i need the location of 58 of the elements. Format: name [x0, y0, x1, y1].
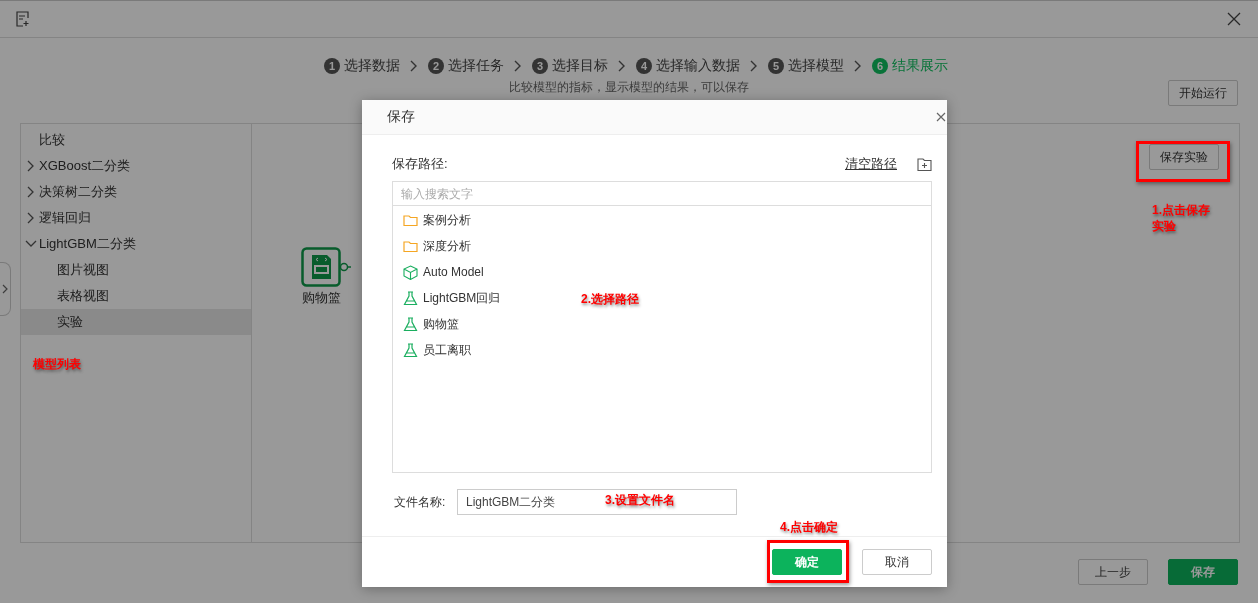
tree-item[interactable]: 比较: [21, 127, 251, 153]
folder-tree-item[interactable]: LightGBM回归: [393, 285, 501, 311]
new-folder-icon[interactable]: [917, 157, 932, 171]
folder-icon: [403, 238, 418, 254]
flask-icon: [403, 342, 418, 358]
tree-item[interactable]: 图片视图: [21, 257, 251, 283]
folder-icon: [403, 212, 418, 228]
annotation-text: 模型列表: [33, 356, 81, 373]
annotation-text: 3.设置文件名: [605, 492, 675, 509]
wizard-step[interactable]: 2 选择任务: [428, 57, 504, 75]
folder-tree-item[interactable]: 员工离职: [393, 337, 471, 363]
collapse-handle[interactable]: [0, 262, 11, 316]
chevron-right-icon: [410, 60, 418, 72]
cancel-button[interactable]: 取消: [862, 549, 932, 575]
annotation-text: 4.点击确定: [780, 519, 838, 536]
annotation-text: 2.选择路径: [581, 291, 639, 308]
folder-tree-item[interactable]: 购物篮: [393, 311, 459, 337]
wizard-step[interactable]: 3 选择目标: [532, 57, 608, 75]
tree-item[interactable]: 逻辑回归: [21, 205, 251, 231]
step-number: 6: [872, 58, 888, 74]
close-icon[interactable]: [1227, 12, 1241, 26]
chevron-right-icon[interactable]: [2, 284, 8, 294]
flask-icon: [403, 290, 418, 306]
wizard-step[interactable]: 1 选择数据: [324, 57, 400, 75]
tree-item[interactable]: 实验: [21, 309, 251, 335]
chevron-right-icon: [750, 60, 758, 72]
step-number: 2: [428, 58, 444, 74]
folder-tree-item[interactable]: Auto Model: [393, 259, 484, 285]
close-icon[interactable]: [936, 112, 946, 122]
field-label: 保存路径:: [392, 155, 449, 173]
step-number: 3: [532, 58, 548, 74]
tree-item[interactable]: 表格视图: [21, 283, 251, 309]
document-add-icon[interactable]: [15, 11, 31, 27]
chevron-right-icon: [514, 60, 522, 72]
node-label: 购物篮: [302, 289, 341, 307]
field-label: 文件名称:: [394, 493, 447, 511]
tree-item[interactable]: XGBoost二分类: [21, 153, 251, 179]
flask-icon: [403, 316, 418, 332]
folder-tree-item[interactable]: 深度分析: [393, 233, 471, 259]
wizard-step[interactable]: 4 选择输入数据: [636, 57, 740, 75]
annotation-text: 1.点击保存实验: [1152, 202, 1211, 234]
step-number: 5: [768, 58, 784, 74]
run-button[interactable]: 开始运行: [1168, 80, 1238, 106]
tree-item[interactable]: LightGBM二分类: [21, 231, 251, 257]
chevron-right-icon: [618, 60, 626, 72]
wizard-step[interactable]: 5 选择模型: [768, 57, 844, 75]
step-description: 比较模型的指标，显示模型的结果，可以保存: [509, 78, 749, 96]
cube-icon: [403, 264, 418, 280]
clear-path-link[interactable]: 清空路径: [845, 155, 897, 173]
previous-button[interactable]: 上一步: [1078, 559, 1148, 585]
save-experiment-button[interactable]: 保存实验: [1149, 144, 1219, 170]
step-number: 1: [324, 58, 340, 74]
chevron-right-icon: [854, 60, 862, 72]
folder-tree-item[interactable]: 案例分析: [393, 207, 471, 233]
dialog-title: 保存: [387, 108, 415, 126]
sql-node-icon[interactable]: [301, 247, 351, 287]
tree-item[interactable]: 决策树二分类: [21, 179, 251, 205]
step-number: 4: [636, 58, 652, 74]
